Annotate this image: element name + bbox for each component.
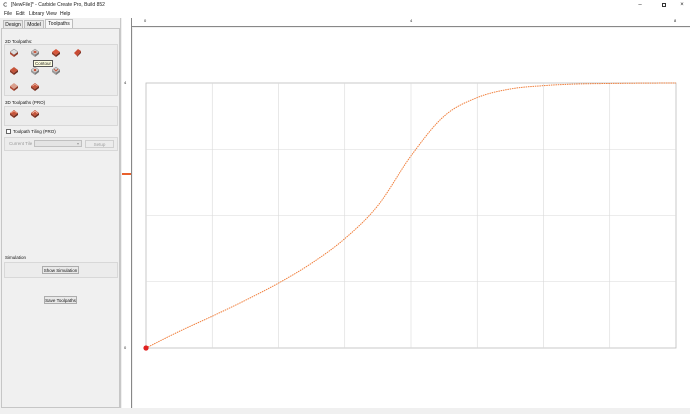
- save-toolpaths-button[interactable]: Save Toolpaths: [44, 296, 77, 304]
- toolpaths-2d-group: [4, 44, 118, 96]
- status-bar: [0, 408, 690, 414]
- advanced-vcarve-toolpath-icon[interactable]: [30, 66, 40, 76]
- chamfer-toolpath-icon[interactable]: [51, 66, 61, 76]
- menu-edit[interactable]: Edit: [16, 11, 25, 17]
- ruler-left-label: 0: [124, 345, 127, 350]
- vertical-ruler: 4 0: [122, 18, 132, 408]
- tab-design[interactable]: Design: [3, 20, 23, 28]
- tab-toolpaths[interactable]: Toolpaths: [45, 19, 73, 28]
- texture-toolpath-icon[interactable]: [9, 66, 19, 76]
- ruler-top-label: 4: [410, 18, 413, 23]
- vcarve-toolpath-icon[interactable]: [72, 48, 82, 58]
- title-bar: [NewFile]* - Carbide Create Pro, Build 8…: [0, 0, 690, 10]
- tiling-setup-button[interactable]: Setup: [85, 140, 114, 148]
- design-canvas[interactable]: [133, 28, 690, 408]
- engrave-toolpath-icon[interactable]: [30, 82, 40, 92]
- minimize-button[interactable]: –: [634, 0, 646, 10]
- menu-library[interactable]: Library: [29, 11, 44, 17]
- menu-help[interactable]: Help: [60, 11, 70, 17]
- current-tile-label: Current Tile: [9, 141, 33, 146]
- horizontal-ruler: 0 4 8: [132, 18, 690, 27]
- ruler-left-label: 4: [124, 80, 127, 85]
- app-logo-icon: [3, 2, 8, 7]
- vertical-ruler-marker: [122, 173, 131, 175]
- show-simulation-button[interactable]: Show Simulation: [42, 266, 79, 274]
- pocket-toolpath-icon[interactable]: [30, 48, 40, 58]
- chevron-down-icon: ▾: [76, 141, 79, 146]
- menu-view[interactable]: View: [46, 11, 57, 17]
- toolpath-curve-plot: [143, 82, 677, 351]
- current-tile-select[interactable]: ▾: [34, 140, 82, 147]
- menu-bar: File Edit Library View Help: [0, 10, 690, 18]
- menu-file[interactable]: File: [4, 11, 12, 17]
- tab-model[interactable]: Model: [24, 20, 44, 28]
- origin-marker: [143, 345, 149, 351]
- simulation-label: Simulation: [5, 255, 27, 260]
- window-title: [NewFile]* - Carbide Create Pro, Build 8…: [11, 2, 105, 8]
- close-button[interactable]: ×: [676, 0, 688, 10]
- rough-3d-toolpath-icon[interactable]: [9, 109, 19, 119]
- minimize-icon: –: [638, 2, 642, 8]
- close-icon: ×: [680, 2, 684, 8]
- ruler-top-label: 0: [144, 18, 147, 23]
- drill-toolpath-icon[interactable]: [51, 48, 61, 58]
- toolpaths-3d-label: 3D Toolpaths (PRO): [5, 100, 46, 105]
- toolpath-tiling-checkbox[interactable]: [6, 129, 11, 134]
- contour-toolpath-icon[interactable]: [9, 48, 19, 58]
- ruler-top-label: 8: [674, 18, 677, 23]
- toolpath-tiling-label: Toolpath Tiling (PRO): [13, 129, 56, 134]
- fillet-toolpath-icon[interactable]: [9, 82, 19, 92]
- maximize-icon: [662, 3, 666, 7]
- finish-3d-toolpath-icon[interactable]: [30, 109, 40, 119]
- toolpaths-3d-group: [4, 106, 118, 126]
- maximize-button[interactable]: [658, 0, 670, 10]
